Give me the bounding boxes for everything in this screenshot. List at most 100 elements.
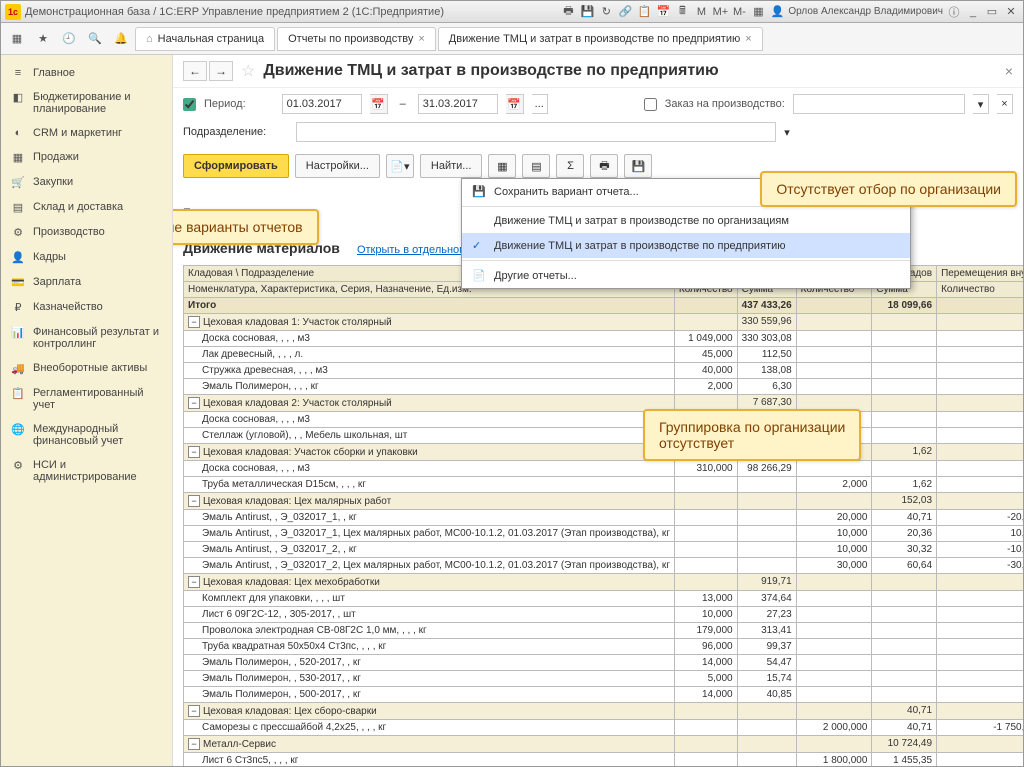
- date-from-input[interactable]: 01.03.2017: [282, 94, 362, 114]
- table-row[interactable]: Доска сосновая, , , , м31 049,000330 303…: [184, 330, 1024, 346]
- user-name[interactable]: Орлов Александр Владимирович: [788, 4, 943, 20]
- apps-grid-icon[interactable]: ▦: [5, 27, 29, 51]
- table-row[interactable]: Стружка древесная, , , , м340,000138,08: [184, 362, 1024, 378]
- order-clear-button[interactable]: ×: [997, 94, 1013, 114]
- variants-dropdown-button[interactable]: 📄▾: [386, 154, 414, 178]
- table-row[interactable]: Доска сосновая, , , , м3310,00098 266,29: [184, 460, 1024, 476]
- search-icon[interactable]: 🔍: [83, 27, 107, 51]
- calendar-to-button[interactable]: 📅: [506, 94, 524, 114]
- find-button[interactable]: Найти...: [420, 154, 483, 178]
- sidebar-item-6[interactable]: ⚙Производство: [1, 220, 172, 245]
- table-row[interactable]: Лист 6 09Г2С-12, , 305-2017, , шт10,0002…: [184, 606, 1024, 622]
- tree-toggle[interactable]: −: [188, 397, 200, 409]
- table-row[interactable]: −Цеховая кладовая: Цех сборо-сварки40,71…: [184, 702, 1024, 719]
- tree-toggle[interactable]: −: [188, 316, 200, 328]
- tree-toggle[interactable]: −: [188, 576, 200, 588]
- table-row[interactable]: Эмаль Полимерон, , 530-2017, , кг5,00015…: [184, 670, 1024, 686]
- m-plus-icon[interactable]: M+: [712, 4, 728, 20]
- table-row[interactable]: −Цеховая кладовая 1: Участок столярный33…: [184, 313, 1024, 330]
- date-to-input[interactable]: 31.03.2017: [418, 94, 498, 114]
- nav-forward-button[interactable]: →: [209, 61, 233, 81]
- info-icon[interactable]: ⓘ: [946, 4, 962, 20]
- close-icon[interactable]: ×: [418, 33, 424, 45]
- tree-toggle[interactable]: −: [188, 705, 200, 717]
- table-row[interactable]: Эмаль Antirust, , Э_032017_1, Цех малярн…: [184, 525, 1024, 541]
- minimize-icon[interactable]: _: [965, 4, 981, 20]
- m-minus-icon[interactable]: M-: [731, 4, 747, 20]
- settings-button[interactable]: Настройки...: [295, 154, 380, 178]
- sidebar-item-1[interactable]: ◧Бюджетирование и планирование: [1, 85, 172, 121]
- tree-toggle[interactable]: −: [188, 495, 200, 507]
- nav-back-button[interactable]: ←: [183, 61, 207, 81]
- history-icon[interactable]: 🕘: [57, 27, 81, 51]
- user-icon[interactable]: 👤: [769, 4, 785, 20]
- sidebar-item-0[interactable]: ≡Главное: [1, 61, 172, 85]
- calendar-icon[interactable]: 📅: [655, 4, 671, 20]
- tree-toggle[interactable]: −: [188, 738, 200, 750]
- order-checkbox[interactable]: [644, 98, 657, 111]
- sum-icon[interactable]: Σ: [556, 154, 584, 178]
- calc-icon[interactable]: 🖩: [674, 4, 690, 20]
- table-row[interactable]: Доска сосновая, , , , м31,000314,87: [184, 411, 1024, 427]
- order-dropdown-button[interactable]: ▾: [973, 94, 989, 114]
- period-checkbox[interactable]: [183, 98, 196, 111]
- sidebar-item-11[interactable]: 🚚Внеоборотные активы: [1, 356, 172, 381]
- table-row[interactable]: Эмаль Полимерон, , 500-2017, , кг14,0004…: [184, 686, 1024, 702]
- sidebar-item-2[interactable]: ◐CRM и маркетинг: [1, 121, 172, 145]
- variant-by-org-item[interactable]: Движение ТМЦ и затрат в производстве по …: [462, 209, 910, 233]
- save-toolbar-icon[interactable]: 💾: [624, 154, 652, 178]
- sidebar-item-3[interactable]: ▦Продажи: [1, 145, 172, 170]
- table-row[interactable]: −Цеховая кладовая: Цех малярных работ152…: [184, 492, 1024, 509]
- toolbar-icon-2[interactable]: ▤: [522, 154, 550, 178]
- m-icon[interactable]: M: [693, 4, 709, 20]
- print-toolbar-icon[interactable]: 🖶: [590, 154, 618, 178]
- table-row[interactable]: −Цеховая кладовая: Цех мехобработки919,7…: [184, 573, 1024, 590]
- tree-toggle[interactable]: −: [188, 446, 200, 458]
- table-row[interactable]: Труба металлическая D15см, , , , кг2,000…: [184, 476, 1024, 492]
- close-icon[interactable]: ✕: [1003, 4, 1019, 20]
- favorites-icon[interactable]: ★: [31, 27, 55, 51]
- page-close-icon[interactable]: ×: [1005, 63, 1013, 79]
- order-input[interactable]: [793, 94, 965, 114]
- table-row[interactable]: Проволока электродная СВ-08Г2С 1,0 мм, ,…: [184, 622, 1024, 638]
- table-row[interactable]: Эмаль Antirust, , Э_032017_1, , кг20,000…: [184, 509, 1024, 525]
- maximize-icon[interactable]: ▭: [984, 4, 1000, 20]
- subdivision-dropdown-button[interactable]: ▾: [784, 126, 790, 139]
- table-row[interactable]: Эмаль Полимерон, , 520-2017, , кг14,0005…: [184, 654, 1024, 670]
- tab-reports[interactable]: Отчеты по производству×: [277, 27, 436, 51]
- toolbar-icon-1[interactable]: ▦: [488, 154, 516, 178]
- sidebar-item-5[interactable]: ▤Склад и доставка: [1, 195, 172, 220]
- print-icon[interactable]: 🖶: [560, 4, 576, 20]
- table-row[interactable]: Эмаль Antirust, , Э_032017_2, Цех малярн…: [184, 557, 1024, 573]
- sidebar-item-13[interactable]: 🌐Международный финансовый учет: [1, 417, 172, 453]
- tab-home[interactable]: Начальная страница: [135, 27, 275, 51]
- refresh-icon[interactable]: ↻: [598, 4, 614, 20]
- sidebar-item-10[interactable]: 📊Финансовый результат и контроллинг: [1, 320, 172, 356]
- table-row[interactable]: Эмаль Полимерон, , , , кг2,0006,30: [184, 378, 1024, 394]
- table-row[interactable]: Труба квадратная 50х50х4 Ст3пс, , , , кг…: [184, 638, 1024, 654]
- table-row[interactable]: Стеллаж (угловой), , , Мебель школьная, …: [184, 427, 1024, 443]
- table-row[interactable]: −Цеховая кладовая 2: Участок столярный7 …: [184, 394, 1024, 411]
- form-report-button[interactable]: Сформировать: [183, 154, 289, 178]
- variant-by-enterprise-item[interactable]: ✓Движение ТМЦ и затрат в производстве по…: [462, 233, 910, 258]
- tab-movement[interactable]: Движение ТМЦ и затрат в производстве по …: [438, 27, 763, 51]
- sidebar-item-12[interactable]: 📋Регламентированный учет: [1, 381, 172, 417]
- sidebar-item-7[interactable]: 👤Кадры: [1, 245, 172, 270]
- table-row[interactable]: Лак древесный, , , , л.45,000112,50: [184, 346, 1024, 362]
- period-clear-button[interactable]: ...: [532, 94, 548, 114]
- close-icon[interactable]: ×: [745, 33, 751, 45]
- table-row[interactable]: Эмаль Antirust, , Э_032017_2, , кг10,000…: [184, 541, 1024, 557]
- save-icon[interactable]: 💾: [579, 4, 595, 20]
- sidebar-item-8[interactable]: 💳Зарплата: [1, 270, 172, 295]
- subdivision-input[interactable]: [296, 122, 776, 142]
- table-row[interactable]: −Цеховая кладовая: Участок сборки и упак…: [184, 443, 1024, 460]
- table-row[interactable]: Саморезы с прессшайбой 4,2х25, , , , кг2…: [184, 719, 1024, 735]
- sidebar-item-9[interactable]: ₽Казначейство: [1, 295, 172, 320]
- sidebar-item-14[interactable]: ⚙НСИ и администрирование: [1, 453, 172, 489]
- sidebar-item-4[interactable]: 🛒Закупки: [1, 170, 172, 195]
- link-icon[interactable]: 🔗: [617, 4, 633, 20]
- table-row[interactable]: Итого437 433,2618 099,66: [184, 297, 1024, 313]
- grid-icon[interactable]: ▦: [750, 4, 766, 20]
- table-row[interactable]: Комплект для упаковки, , , , шт13,000374…: [184, 590, 1024, 606]
- clipboard-icon[interactable]: 📋: [636, 4, 652, 20]
